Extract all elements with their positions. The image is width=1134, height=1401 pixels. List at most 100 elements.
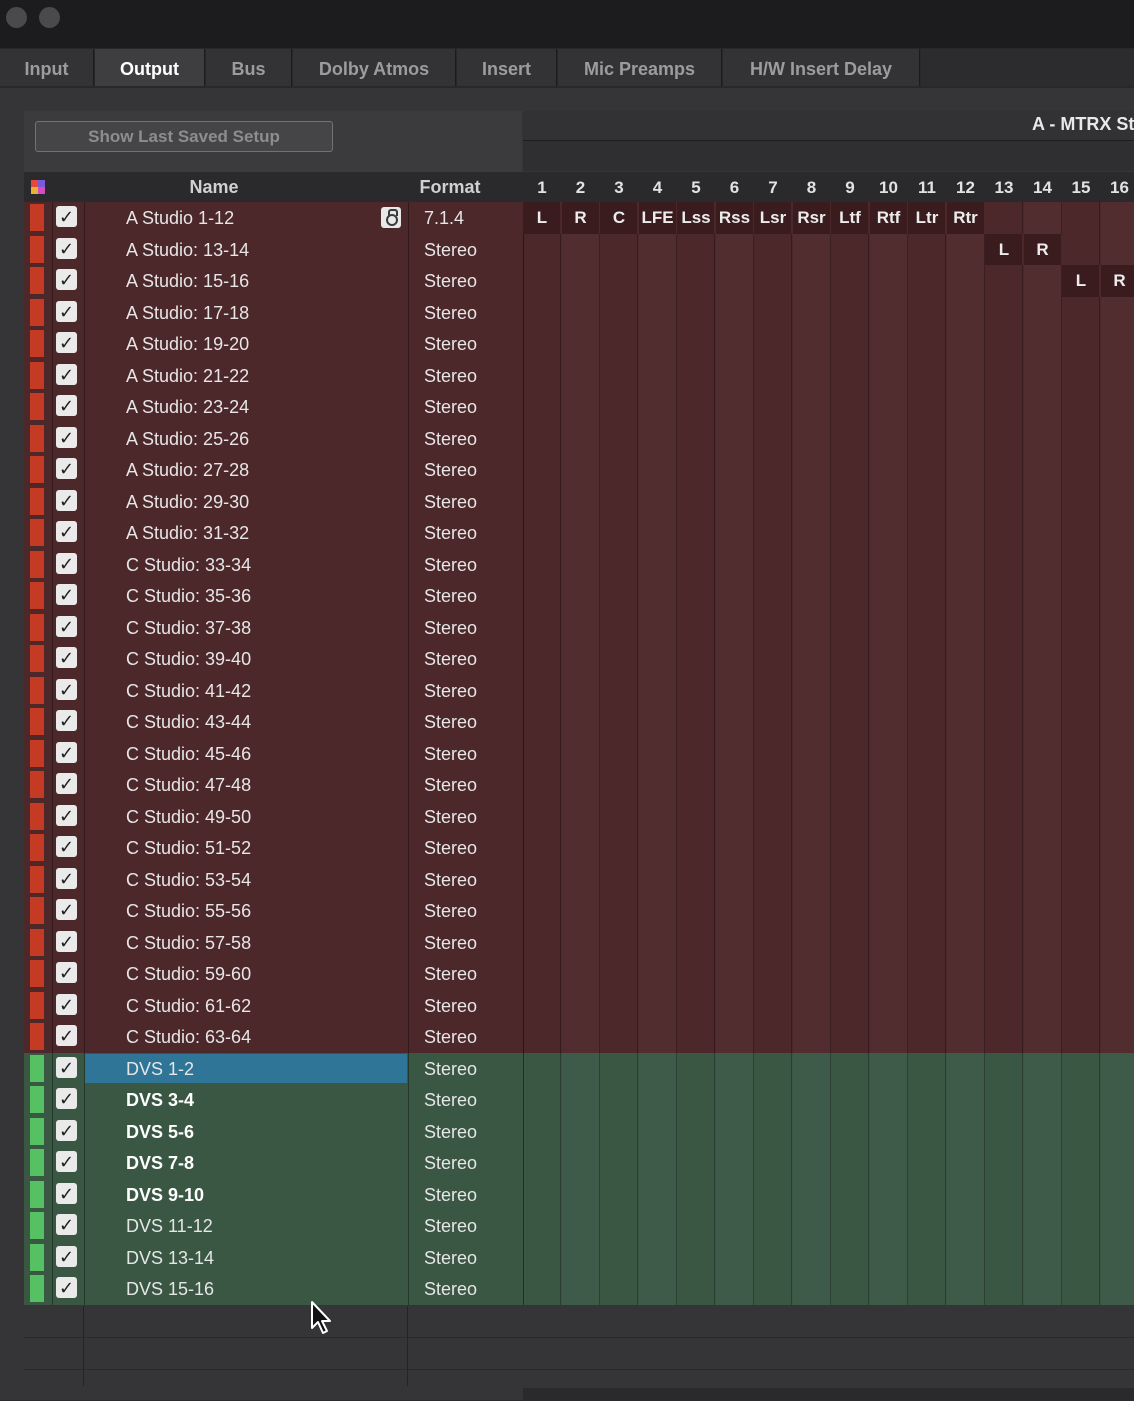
active-checkbox[interactable]: ✓ (56, 773, 77, 794)
channel-assignment-cell[interactable] (562, 927, 600, 959)
channel-assignment-cell[interactable] (523, 895, 561, 927)
channel-assignment-cell[interactable] (1024, 706, 1062, 738)
channel-assignment-cell[interactable] (716, 1084, 754, 1116)
channel-assignment-cell[interactable] (947, 643, 985, 675)
channel-assignment-cell[interactable] (831, 1116, 869, 1148)
channel-assignment-cell[interactable] (754, 486, 792, 518)
channel-assignment-cell[interactable] (1024, 801, 1062, 833)
channel-assignment-cell[interactable] (1062, 612, 1100, 644)
channel-assignment-cell[interactable] (831, 549, 869, 581)
channel-assignment-cell[interactable] (562, 423, 600, 455)
channel-assignment-cell[interactable] (985, 864, 1023, 896)
channel-assignment-cell[interactable] (1062, 643, 1100, 675)
channel-assignment-cell[interactable] (793, 1242, 831, 1274)
channel-assignment-cell[interactable] (985, 423, 1023, 455)
channel-assignment-cell[interactable] (908, 1242, 946, 1274)
path-color-strip[interactable] (30, 992, 44, 1019)
channel-assignment-cell[interactable] (1101, 1021, 1134, 1053)
channel-assignment-cell[interactable] (600, 990, 638, 1022)
channel-assignment-cell[interactable] (677, 895, 715, 927)
channel-assignment-cell[interactable] (1024, 769, 1062, 801)
channel-assignment-cell[interactable] (985, 958, 1023, 990)
channel-assignment-cell[interactable] (831, 864, 869, 896)
channel-assignment-cell[interactable] (985, 990, 1023, 1022)
channel-assignment-cell[interactable] (985, 360, 1023, 392)
channel-assignment-cell[interactable] (523, 549, 561, 581)
channel-assignment-cell[interactable] (947, 801, 985, 833)
channel-assignment-cell[interactable] (716, 580, 754, 612)
channel-assignment-cell[interactable] (793, 454, 831, 486)
channel-assignment-cell[interactable] (639, 1021, 677, 1053)
channel-assignment-cell[interactable] (523, 360, 561, 392)
channel-assignment-cell[interactable] (639, 360, 677, 392)
channel-assignment-cell[interactable] (716, 1147, 754, 1179)
path-color-strip[interactable] (30, 488, 44, 515)
output-path-row[interactable]: ✓C Studio: 51-52Stereo (24, 832, 1134, 864)
channel-assignment-cell[interactable] (908, 675, 946, 707)
channel-assignment-cell[interactable] (1062, 1084, 1100, 1116)
channel-assignment-cell[interactable] (716, 769, 754, 801)
channel-assignment-cell[interactable] (985, 1053, 1023, 1085)
channel-assignment-cell[interactable] (793, 895, 831, 927)
channel-assignment-cell[interactable] (677, 769, 715, 801)
channel-assignment-cell[interactable] (985, 927, 1023, 959)
channel-assignment-cell[interactable] (870, 549, 908, 581)
channel-assignment-cell[interactable] (716, 328, 754, 360)
channel-assignment-cell[interactable] (870, 1210, 908, 1242)
channel-assignment-cell[interactable] (793, 423, 831, 455)
channel-assignment-cell[interactable] (1062, 801, 1100, 833)
output-path-row[interactable]: ✓C Studio: 45-46Stereo (24, 738, 1134, 770)
channel-assignment-cell[interactable] (754, 360, 792, 392)
channel-assignment-cell[interactable] (562, 328, 600, 360)
channel-assignment-cell[interactable] (562, 990, 600, 1022)
channel-assignment-cell[interactable] (793, 1116, 831, 1148)
tab-input[interactable]: Input (0, 49, 94, 86)
channel-assignment-cell[interactable] (831, 1242, 869, 1274)
channel-assignment-cell[interactable] (1062, 454, 1100, 486)
channel-assignment-cell[interactable] (908, 1147, 946, 1179)
channel-assignment-cell[interactable] (1101, 801, 1134, 833)
channel-assignment-cell[interactable] (677, 643, 715, 675)
channel-assignment-cell[interactable] (793, 549, 831, 581)
active-checkbox[interactable]: ✓ (56, 458, 77, 479)
channel-assignment-cell[interactable] (870, 517, 908, 549)
channel-assignment-cell[interactable] (677, 1273, 715, 1305)
channel-assignment-cell[interactable] (1024, 265, 1062, 297)
channel-assignment-cell[interactable] (947, 832, 985, 864)
channel-assignment-cell[interactable] (793, 675, 831, 707)
output-path-row[interactable]: ✓C Studio: 43-44Stereo (24, 706, 1134, 738)
channel-assignment-cell[interactable] (639, 1147, 677, 1179)
path-color-strip[interactable] (30, 1055, 44, 1082)
channel-assignment-cell[interactable] (716, 265, 754, 297)
channel-assignment-cell[interactable] (1024, 990, 1062, 1022)
channel-assignment-cell[interactable] (754, 1084, 792, 1116)
tab-hw-insert-delay[interactable]: H/W Insert Delay (723, 49, 920, 86)
channel-assignment-cell[interactable] (831, 990, 869, 1022)
channel-assignment-cell[interactable] (600, 895, 638, 927)
channel-assignment-cell[interactable] (947, 706, 985, 738)
channel-assignment-cell[interactable] (523, 927, 561, 959)
channel-assignment-cell[interactable] (947, 1021, 985, 1053)
output-path-row[interactable]: ✓A Studio: 15-16StereoLR (24, 265, 1134, 297)
channel-assignment-cell[interactable] (947, 1210, 985, 1242)
channel-assignment-cell[interactable] (947, 927, 985, 959)
channel-assignment-cell[interactable] (1101, 454, 1134, 486)
output-path-row[interactable]: ✓C Studio: 41-42Stereo (24, 675, 1134, 707)
channel-assignment-cell[interactable] (1024, 1053, 1062, 1085)
channel-assignment-cell[interactable] (677, 864, 715, 896)
channel-assignment-cell[interactable] (870, 1147, 908, 1179)
channel-assignment-cell[interactable] (677, 990, 715, 1022)
channel-assignment-cell[interactable] (600, 958, 638, 990)
channel-assignment-cell[interactable] (639, 517, 677, 549)
active-checkbox[interactable]: ✓ (56, 931, 77, 952)
channel-assignment-cell[interactable] (947, 360, 985, 392)
active-checkbox[interactable]: ✓ (56, 206, 77, 227)
channel-assignment-cell[interactable] (793, 958, 831, 990)
active-checkbox[interactable]: ✓ (56, 1151, 77, 1172)
channel-assignment-cell[interactable] (793, 517, 831, 549)
channel-assignment-cell[interactable] (985, 612, 1023, 644)
channel-assignment-cell[interactable] (793, 234, 831, 266)
channel-assignment-cell[interactable] (523, 801, 561, 833)
channel-assignment-cell[interactable] (985, 675, 1023, 707)
channel-assignment-cell[interactable] (600, 1116, 638, 1148)
